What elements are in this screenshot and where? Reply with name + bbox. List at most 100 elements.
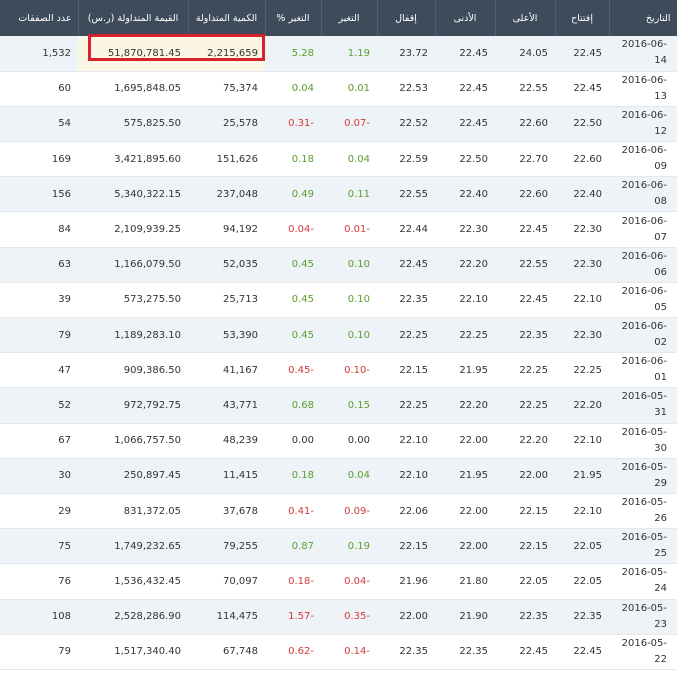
- cell-traded-volume: 48,239: [188, 423, 265, 459]
- table-row[interactable]: 54 575,825.50 25,578 0.31- 0.07- 22.52 22.45 22…: [0, 106, 677, 143]
- cell-close: 22.15: [377, 528, 435, 565]
- cell-traded-volume: 11,415: [188, 458, 265, 494]
- cell-close: 22.10: [377, 423, 435, 459]
- table-row[interactable]: 60 1,695,848.05 75,374 0.04 0.01 22.53 22.45 22…: [0, 71, 677, 107]
- table-row[interactable]: 30 250,897.45 11,415 0.18 0.04 22.10 21.95 22.0…: [0, 458, 677, 494]
- cell-close: 22.00: [377, 599, 435, 635]
- cell-high: 22.05: [495, 563, 555, 600]
- cell-close: 22.45: [377, 247, 435, 283]
- cell-change: 0.09-: [321, 493, 377, 530]
- cell-close: 22.25: [377, 317, 435, 354]
- table-row[interactable]: 67 1,066,757.50 48,239 0.00 0.00 22.10 22.00 22…: [0, 423, 677, 459]
- cell-traded-value: 5,340,322.15: [78, 176, 188, 213]
- cell-open: 22.30: [555, 317, 609, 354]
- cell-change: 0.01: [321, 71, 377, 107]
- table-row[interactable]: 52 972,792.75 43,771 0.68 0.15 22.25 22.20 22.2…: [0, 387, 677, 424]
- cell-date: 2016-05-24: [609, 563, 677, 600]
- header-low[interactable]: الأدنى: [435, 0, 496, 36]
- cell-trades: 1,532: [0, 36, 78, 72]
- price-history-panel: عدد الصفقات القيمة المتداولة (ر.س) الكمي…: [0, 0, 677, 681]
- cell-change-percent: 0.49: [265, 176, 321, 213]
- cell-low: 21.95: [435, 458, 495, 494]
- table-row[interactable]: 47 909,386.50 41,167 0.45- 0.10- 22.15 21.95 22…: [0, 352, 677, 389]
- cell-low: 22.30: [435, 211, 495, 248]
- cell-date: 2016-06-14: [609, 36, 677, 72]
- cell-low: 22.00: [435, 493, 495, 530]
- cell-change: 1.19: [321, 36, 377, 72]
- table-row[interactable]: 75 1,749,232.65 79,255 0.87 0.19 22.15 22.00 22…: [0, 528, 677, 565]
- cell-traded-volume: 70,097: [188, 563, 265, 600]
- cell-trades: 169: [0, 141, 78, 178]
- cell-traded-value: 1,536,432.45: [78, 563, 188, 600]
- table-row[interactable]: 76 1,536,432.45 70,097 0.18- 0.04- 21.96 21.80…: [0, 563, 677, 600]
- cell-change: 0.10: [321, 317, 377, 354]
- cell-change-percent: 0.45: [265, 282, 321, 319]
- cell-traded-volume: 41,167: [188, 352, 265, 389]
- header-close[interactable]: إقفال: [377, 0, 436, 36]
- table-row[interactable]: 39 573,275.50 25,713 0.45 0.10 22.35 22.10 22.4…: [0, 282, 677, 319]
- cell-date: 2016-05-29: [609, 458, 677, 494]
- cell-change-percent: 0.00: [265, 423, 321, 459]
- cell-change-percent: 0.18: [265, 141, 321, 178]
- table-row[interactable]: 108 2,528,286.90 114,475 1.57- 0.35- 22.00 21.…: [0, 599, 677, 635]
- cell-traded-volume: 2,215,659: [188, 36, 265, 72]
- header-high[interactable]: الأعلى: [495, 0, 556, 36]
- cell-date: 2016-05-22: [609, 634, 677, 670]
- header-change[interactable]: التغير: [321, 0, 378, 36]
- cell-close: 23.72: [377, 36, 435, 72]
- cell-traded-value: 1,166,079.50: [78, 247, 188, 283]
- cell-change-percent: 0.41-: [265, 493, 321, 530]
- cell-high: 22.45: [495, 211, 555, 248]
- table-row[interactable]: 156 5,340,322.15 237,048 0.49 0.11 22.55 22.40…: [0, 176, 677, 213]
- cell-low: 22.50: [435, 141, 495, 178]
- cell-high: 22.55: [495, 247, 555, 283]
- cell-low: 22.20: [435, 247, 495, 283]
- cell-open: 22.25: [555, 352, 609, 389]
- cell-trades: 54: [0, 106, 78, 143]
- table-row[interactable]: 169 3,421,895.60 151,626 0.18 0.04 22.59 22.50…: [0, 141, 677, 178]
- cell-date: 2016-06-13: [609, 71, 677, 107]
- cell-high: 22.45: [495, 634, 555, 670]
- header-trades[interactable]: عدد الصفقات: [0, 0, 79, 36]
- cell-open: 21.95: [555, 458, 609, 494]
- cell-traded-value: 250,897.45: [78, 458, 188, 494]
- cell-change: 0.04: [321, 458, 377, 494]
- header-open[interactable]: إفتتاح: [555, 0, 610, 36]
- cell-low: 22.20: [435, 387, 495, 424]
- cell-low: 22.40: [435, 176, 495, 213]
- cell-traded-value: 1,189,283.10: [78, 317, 188, 354]
- cell-date: 2016-05-25: [609, 528, 677, 565]
- cell-close: 21.96: [377, 563, 435, 600]
- cell-change-percent: 0.18: [265, 458, 321, 494]
- cell-high: 22.20: [495, 423, 555, 459]
- table-row[interactable]: 63 1,166,079.50 52,035 0.45 0.10 22.45 22.20 22…: [0, 247, 677, 283]
- cell-low: 21.90: [435, 599, 495, 635]
- cell-traded-volume: 114,475: [188, 599, 265, 635]
- table-row[interactable]: 29 831,372.05 37,678 0.41- 0.09- 22.06 22.00 22…: [0, 493, 677, 530]
- table-row[interactable]: 79 1,517,340.40 67,748 0.62- 0.14- 22.35 22.35…: [0, 634, 677, 670]
- cell-open: 22.10: [555, 423, 609, 459]
- table-row[interactable]: 79 1,189,283.10 53,390 0.45 0.10 22.25 22.25 22…: [0, 317, 677, 354]
- cell-trades: 79: [0, 634, 78, 670]
- cell-change-percent: 0.04: [265, 71, 321, 107]
- cell-trades: 75: [0, 528, 78, 565]
- cell-low: 22.25: [435, 317, 495, 354]
- cell-high: 22.60: [495, 176, 555, 213]
- header-traded-value[interactable]: القيمة المتداولة (ر.س): [78, 0, 189, 36]
- cell-traded-value: 831,372.05: [78, 493, 188, 530]
- cell-change: 0.07-: [321, 106, 377, 143]
- table-row[interactable]: 1,532 51,870,781.45 2,215,659 5.28 1.19 23.72…: [0, 36, 677, 72]
- cell-traded-volume: 52,035: [188, 247, 265, 283]
- table-row[interactable]: 84 2,109,939.25 94,192 0.04- 0.01- 22.44 22.30…: [0, 211, 677, 248]
- cell-traded-volume: 75,374: [188, 71, 265, 107]
- cell-close: 22.35: [377, 282, 435, 319]
- cell-low: 22.00: [435, 423, 495, 459]
- cell-traded-volume: 43,771: [188, 387, 265, 424]
- header-change-percent[interactable]: % التغير: [265, 0, 322, 36]
- cell-high: 24.05: [495, 36, 555, 72]
- header-traded-volume[interactable]: الكمية المتداولة: [188, 0, 266, 36]
- cell-date: 2016-05-30: [609, 423, 677, 459]
- header-date[interactable]: التاريخ: [609, 0, 677, 36]
- cell-date: 2016-06-07: [609, 211, 677, 248]
- cell-close: 22.59: [377, 141, 435, 178]
